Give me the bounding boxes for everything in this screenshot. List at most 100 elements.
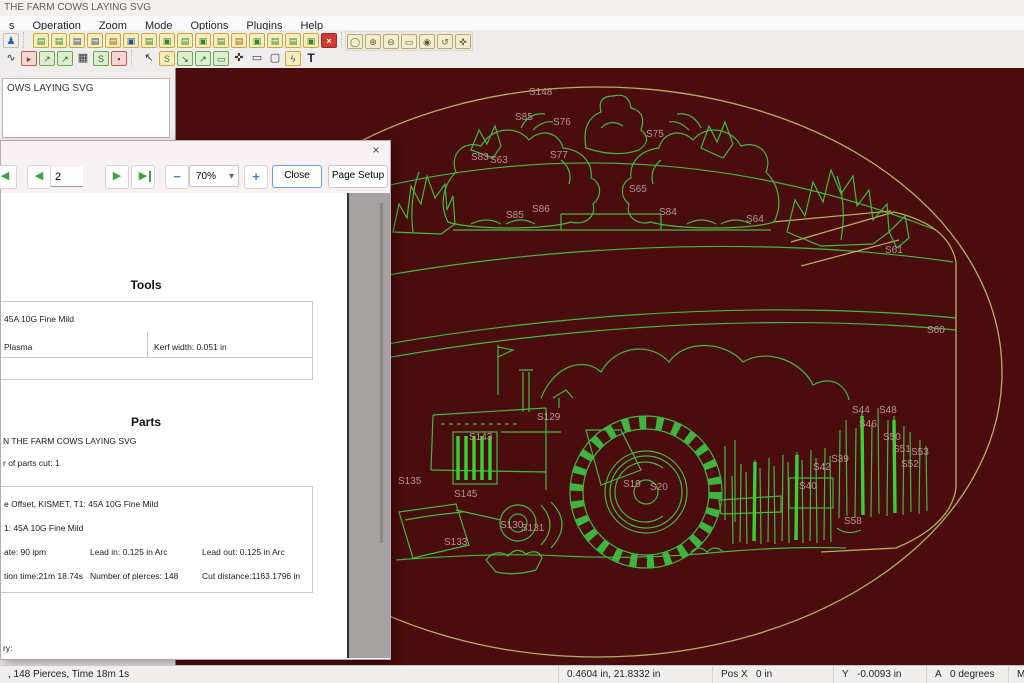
edit-operation-icon[interactable]: ▤ [231,32,247,48]
part-label-S53: S53 [911,447,929,458]
part-list[interactable]: OWS LAYING SVG [2,78,170,138]
copy-part-icon[interactable]: ▤ [141,32,157,48]
lead-in: Lead in: 0.125 in Arc [90,547,168,557]
part-label-S85: S85 [506,210,524,221]
status-pos-y: Y -0.0093 in [833,666,926,683]
start-point-icon[interactable]: S [93,50,109,66]
origin-icon[interactable]: ▪ [111,50,127,66]
page-number-input[interactable] [51,167,83,187]
sheetcam-window: THE FARM COWS LAYING SVG s Operation Zoom M… [0,0,1024,683]
lead-out: Lead out: 0.125 in Arc [202,547,285,557]
add-part-icon[interactable]: ▣ [123,32,139,48]
grass-tufts [724,407,928,545]
pan-view-icon[interactable]: ✜ [455,33,471,49]
post-process-icon[interactable]: ♟ [3,32,19,48]
last-page-button[interactable]: ▶ [131,165,155,189]
part-label-S133: S133 [444,537,468,548]
zoom-extents-icon[interactable]: ◯ [347,33,363,49]
parts-cut-count: r of parts cut: 1 [3,458,60,468]
part-label-S86: S86 [532,204,550,215]
move-operation-up-icon[interactable]: ▤ [267,32,283,48]
dialog-toolbar: ◀ ◀ ▶ ▶ − 70% ▾ + Close Page Setup [0,161,390,193]
zoom-out-icon[interactable]: ⊖ [383,33,399,49]
delete-icon[interactable]: × [321,32,337,48]
previous-page-button[interactable]: ◀ [27,165,51,189]
page-setup-button[interactable]: Page Setup [328,165,388,188]
duplicate-operation-icon[interactable]: ▣ [249,32,265,48]
close-icon[interactable]: × [368,143,384,159]
nest-parts-icon[interactable]: ▣ [195,32,211,48]
move-part-icon[interactable]: ↗ [39,50,55,66]
first-page-glyph: ◀ [0,170,10,182]
part-label-S76: S76 [553,117,571,128]
part-label-S77: S77 [550,150,568,161]
toolbar-zoom-group: ◯ ⊕ ⊖ ▭ ◉ ↺ ✜ [345,31,473,51]
select-start-icon[interactable]: S [159,50,175,66]
measure-icon[interactable]: ϟ [285,50,301,66]
text-tool-icon[interactable]: T [303,51,319,66]
table-divider-h [1,357,312,358]
last-page-glyph: ▶ [138,170,148,182]
cow-scene [392,94,910,249]
zoom-in-button[interactable]: + [244,165,268,189]
part-label-S20: S20 [650,482,668,493]
menu-bar: s Operation Zoom Mode Options Plugins Help [0,16,1024,32]
part-label-S83: S83 [471,152,489,163]
open-part-icon[interactable]: ▤ [51,32,67,48]
part-label-S143: S143 [469,432,493,443]
pos-x-value: 0 in [756,669,773,680]
move-origin-icon[interactable]: ✜ [231,51,247,66]
part-list-item[interactable]: OWS LAYING SVG [7,83,94,94]
part-label-S61: S61 [885,245,903,256]
move-operation-down-icon[interactable]: ▤ [285,32,301,48]
zoom-out-button[interactable]: − [165,165,189,189]
add-operation-icon[interactable]: ▤ [213,32,229,48]
zoom-level-value: 70% [196,171,217,182]
dialog-title-bar[interactable]: × [1,141,390,161]
tools-table: 45A 10G Fine Mild Plasma Kerf width: 0.0… [1,301,313,380]
first-page-button[interactable]: ◀ [0,165,17,189]
zoom-window-icon[interactable]: ▭ [401,33,417,49]
toolbar-separator [131,50,137,66]
reload-drawing-icon[interactable]: ▤ [105,32,121,48]
part-label-S135: S135 [398,476,422,487]
zoom-selected-icon[interactable]: ◉ [419,33,435,49]
part-label-S39: S39 [831,454,849,465]
feed-rate: ate: 90 ipm [4,547,47,557]
operation-table: e Offset, KISMET, T1: 45A 10G Fine Mild … [1,486,313,593]
title-bar: THE FARM COWS LAYING SVG [0,0,1024,16]
part-label-S148: S148 [529,87,553,98]
zoom-level-select[interactable]: 70% ▾ [189,165,239,187]
preview-scrollbar[interactable] [380,203,383,543]
plate-icon[interactable]: ▦ [75,51,91,66]
new-part-icon[interactable]: ▤ [33,32,49,48]
part-label-S40: S40 [799,481,817,492]
paste-part-icon[interactable]: ▣ [159,32,175,48]
part-label-S52: S52 [901,459,919,470]
part-label-S58: S58 [844,516,862,527]
status-dimensions: 0.4604 in, 21.8332 in [558,666,712,683]
edit-contour-icon[interactable]: ▸ [21,50,37,66]
part-label-S48: S48 [879,405,897,416]
print-preview-dialog: × ◀ ◀ ▶ ▶ − 70% ▾ + Close Page Setup [0,140,391,660]
refresh-icon[interactable]: ▣ [303,32,319,48]
close-button[interactable]: Close [272,165,322,188]
pan-icon[interactable]: ▭ [249,51,265,66]
zoom-previous-icon[interactable]: ↺ [437,33,453,49]
rotate-part-icon[interactable]: ↗ [57,50,73,66]
select-rect-icon[interactable]: ▭ [213,50,229,66]
rubber-band-icon[interactable]: ▢ [267,51,283,66]
save-part-icon[interactable]: ▤ [69,32,85,48]
select-cursor-icon[interactable]: ↖ [141,51,157,66]
tool-type: Plasma [4,342,33,352]
spline-tool-icon[interactable]: ∿ [3,51,19,66]
select-part-icon[interactable]: ↗ [195,50,211,66]
part-label-S51: S51 [893,444,911,455]
preview-content: Tools 45A 10G Fine Mild Plasma Kerf widt… [1,193,390,658]
part-label-S129: S129 [537,412,561,423]
select-contour-icon[interactable]: ↘ [177,50,193,66]
array-part-icon[interactable]: ▤ [177,32,193,48]
import-drawing-icon[interactable]: ▤ [87,32,103,48]
next-page-button[interactable]: ▶ [105,165,129,189]
zoom-in-icon[interactable]: ⊕ [365,33,381,49]
